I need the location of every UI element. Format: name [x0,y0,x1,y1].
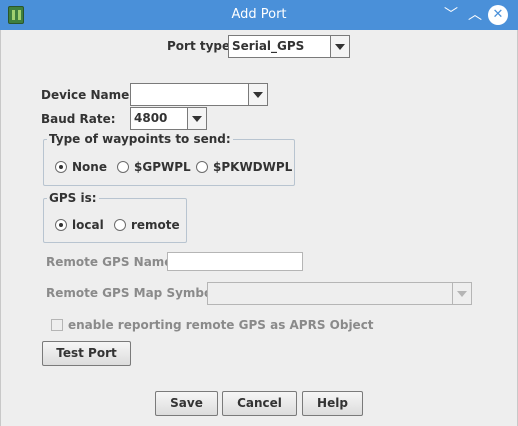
test-port-button[interactable]: Test Port [42,341,131,366]
port-type-value: Serial_GPS [232,39,305,53]
title-bar: Add Port ﹀ ︿ ✕ [0,0,518,30]
radio-waypoints-pkwdwpl-label: $PKWDWPL [213,160,293,174]
radio-waypoints-none[interactable] [55,161,67,173]
chevron-down-icon[interactable] [330,36,349,57]
radio-waypoints-pkwdwpl[interactable] [196,161,208,173]
remote-gps-name-label: Remote GPS Name: [46,255,178,269]
report-aprs-checkbox[interactable] [51,319,63,331]
chevron-down-icon[interactable] [452,283,471,304]
device-name-select[interactable] [130,83,268,106]
waypoints-group-title: Type of waypoints to send: [47,132,233,146]
radio-gps-remote-label: remote [131,218,180,232]
chevron-down-icon[interactable] [187,108,206,129]
baud-rate-label: Baud Rate: [41,112,116,126]
minimize-icon[interactable]: ﹀ [441,5,461,25]
help-button[interactable]: Help [302,391,363,416]
remote-gps-name-input[interactable] [167,252,303,271]
remote-gps-map-symbol-select[interactable] [207,282,472,305]
baud-rate-select[interactable]: 4800 [130,107,207,130]
radio-waypoints-gpwpl-label: $GPWPL [134,160,191,174]
radio-waypoints-gpwpl[interactable] [117,161,129,173]
port-type-label: Port type [167,39,231,53]
dialog-content: Port type Serial_GPS Device Name: Baud R… [0,30,518,426]
cancel-button[interactable]: Cancel [222,391,297,416]
report-aprs-checkbox-label: enable reporting remote GPS as APRS Obje… [68,318,374,332]
port-type-select[interactable]: Serial_GPS [228,35,350,58]
chevron-down-icon[interactable] [248,84,267,105]
radio-gps-local[interactable] [55,219,67,231]
remote-gps-map-symbol-label: Remote GPS Map Symbol: [46,286,222,300]
radio-waypoints-none-label: None [72,160,107,174]
radio-gps-local-label: local [72,218,104,232]
radio-gps-remote[interactable] [114,219,126,231]
gps-is-group-title: GPS is: [47,191,99,205]
save-button[interactable]: Save [155,391,218,416]
close-icon[interactable]: ✕ [488,5,508,25]
baud-rate-value: 4800 [134,111,168,125]
device-name-label: Device Name: [41,88,135,102]
maximize-icon[interactable]: ︿ [465,5,485,25]
